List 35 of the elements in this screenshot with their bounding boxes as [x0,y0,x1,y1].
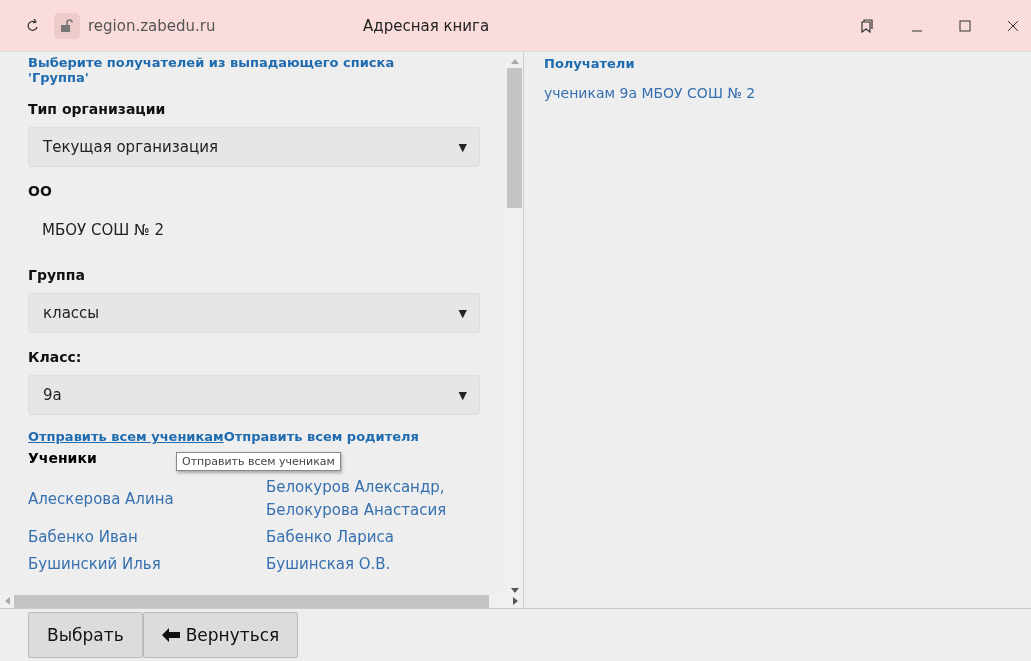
student-link[interactable]: Бабенко Иван [28,526,138,549]
dropdown[interactable]: классы ▼ [28,293,480,333]
student-link[interactable]: Алескерова Алина [28,487,174,511]
lock-icon[interactable] [54,12,80,39]
parent-link[interactable]: Белокурова Анастасия [266,499,447,522]
parent-link[interactable]: Бушинская О.В. [266,553,391,576]
instruction-text: Выберите получателей из выпадающего списка 'Группа' [28,55,396,85]
dropdown[interactable]: 9а ▼ [28,375,480,415]
scrollbar-thumb[interactable] [507,68,522,208]
bookmarks-icon[interactable] [859,17,875,34]
parent-link[interactable]: Белокуров Александр, [266,476,445,499]
send-all-parents-link[interactable]: Отправить всем родителя [223,429,419,444]
recipient-item[interactable]: ученикам 9а МБОУ СОШ № 2 [544,85,1011,101]
scroll-right-icon[interactable] [513,597,519,605]
parent-link[interactable]: Бабенко Лариса [266,526,394,549]
arrow-left-icon [161,628,180,642]
field-value: МБОУ СОШ № 2 [41,220,165,241]
students-heading: Ученики [28,450,97,468]
student-link[interactable]: Бушинский Илья [28,553,161,576]
back-button[interactable]: Вернуться [142,612,299,658]
reload-icon[interactable] [26,17,40,34]
field-label: Класс: [28,349,83,365]
close-icon[interactable] [1007,19,1019,32]
url-text: region.zabedu.ru [88,16,217,35]
field-label: Тип организации [28,101,167,117]
send-all-students-link[interactable]: Отправить всем ученикам [28,429,224,444]
dropdown[interactable]: Текущая организация ▼ [28,127,480,167]
scrollbar-thumb[interactable] [14,594,489,608]
window-title: Адресная книга [363,16,491,35]
maximize-icon[interactable] [959,19,971,32]
recipients-heading: Получатели [544,56,636,71]
tooltip: Отправить всем ученикам [176,452,341,471]
select-button[interactable]: Выбрать [28,612,143,658]
field-label: Группа [28,267,86,283]
field-label: ОО [28,183,53,199]
